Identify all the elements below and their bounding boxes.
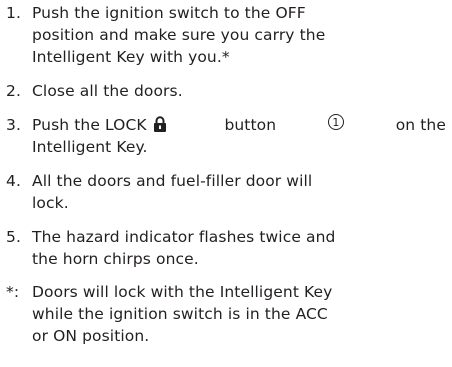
step-line: Intelligent Key. [32, 138, 148, 156]
callout-number: 1 [327, 114, 344, 130]
step-line: The hazard indicator flashes twice and [32, 228, 336, 246]
step-number: 5. [6, 228, 21, 246]
step-line-part: Push the LOCK [32, 114, 173, 136]
step-line: Intelligent Key with you.* [32, 48, 230, 66]
footnote-marker: *: [6, 283, 20, 301]
lock-instruction-text: Push the LOCK [32, 116, 147, 134]
step-line: position and make sure you carry the [32, 26, 326, 44]
instruction-page: 1. Push the ignition switch to the OFF p… [0, 0, 452, 367]
step-line: Push the LOCK button 1 on the [32, 114, 446, 136]
step-text: Close all the doors. [32, 80, 448, 102]
step-text: Push the ignition switch to the OFF posi… [32, 2, 448, 68]
step-number: 4. [6, 172, 21, 190]
step-text: Push the LOCK button 1 on the Intelligen… [32, 114, 448, 158]
step-line: lock. [32, 194, 69, 212]
footnote-line: Doors will lock with the Intelligent Key [32, 283, 333, 301]
footnote-line: or ON position. [32, 327, 150, 345]
step-number: 3. [6, 116, 21, 134]
step-line: Push the ignition switch to the OFF [32, 4, 306, 22]
footnote-line: while the ignition switch is in the ACC [32, 305, 328, 323]
step-number: 2. [6, 82, 21, 100]
step-line: Close all the doors. [32, 82, 183, 100]
footnote-text: Doors will lock with the Intelligent Key… [32, 281, 448, 347]
step-number: 1. [6, 4, 21, 22]
step-text: The hazard indicator flashes twice and t… [32, 226, 448, 270]
step-line-end: on the [395, 116, 446, 134]
button-word: button [224, 116, 277, 134]
step-text: All the doors and fuel-filler door will … [32, 170, 448, 214]
step-line: All the doors and fuel-filler door will [32, 172, 313, 190]
step-line: the horn chirps once. [32, 250, 199, 268]
padlock-icon [153, 116, 167, 132]
